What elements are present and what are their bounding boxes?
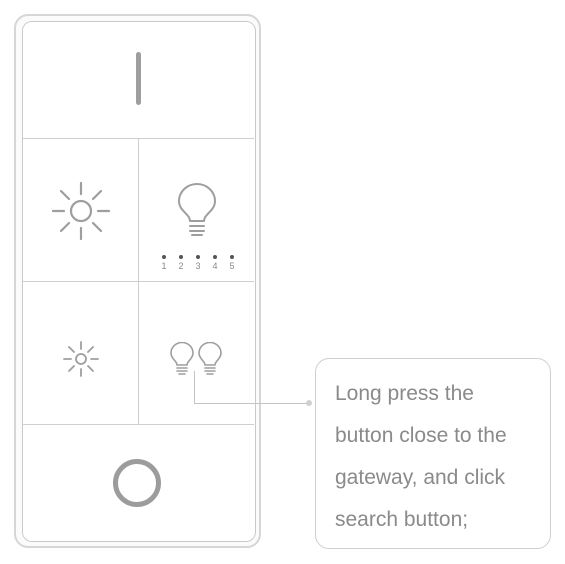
- sun-small-icon: [63, 341, 99, 377]
- power-bar-icon: [136, 52, 141, 105]
- light-bulb-icon: [178, 183, 216, 236]
- callout-line-1: Long press the: [335, 382, 474, 405]
- scene-dot-4[interactable]: 4: [209, 255, 221, 271]
- double-bulb-icon: [170, 342, 222, 375]
- ring-icon: [113, 459, 161, 507]
- callout-leader-vertical: [194, 371, 195, 404]
- callout-leader-horizontal: [195, 403, 310, 404]
- scene-dot-5[interactable]: 5: [226, 255, 238, 271]
- brightness-up-button[interactable]: [23, 139, 139, 282]
- callout-leader-dot: [306, 400, 312, 406]
- circle-button[interactable]: [23, 425, 254, 541]
- callout-line-3: gateway, and click: [335, 466, 506, 489]
- sun-large-icon: [51, 181, 111, 241]
- scene-dot-3[interactable]: 3: [192, 255, 204, 271]
- scene-dot-1[interactable]: 1: [158, 255, 170, 271]
- scene-number-row: 1 2 3 4 5: [158, 255, 240, 277]
- callout-line-4: search button;: [335, 508, 469, 531]
- callout-line-2: button close to the: [335, 424, 507, 447]
- instruction-callout: Long press the button close to the gatew…: [315, 358, 551, 549]
- power-button[interactable]: [23, 22, 254, 139]
- brightness-down-button[interactable]: [23, 282, 139, 425]
- remote-control: 1 2 3 4 5: [22, 21, 256, 542]
- bulb-scene-button[interactable]: 1 2 3 4 5: [139, 139, 254, 282]
- scene-dot-2[interactable]: 2: [175, 255, 187, 271]
